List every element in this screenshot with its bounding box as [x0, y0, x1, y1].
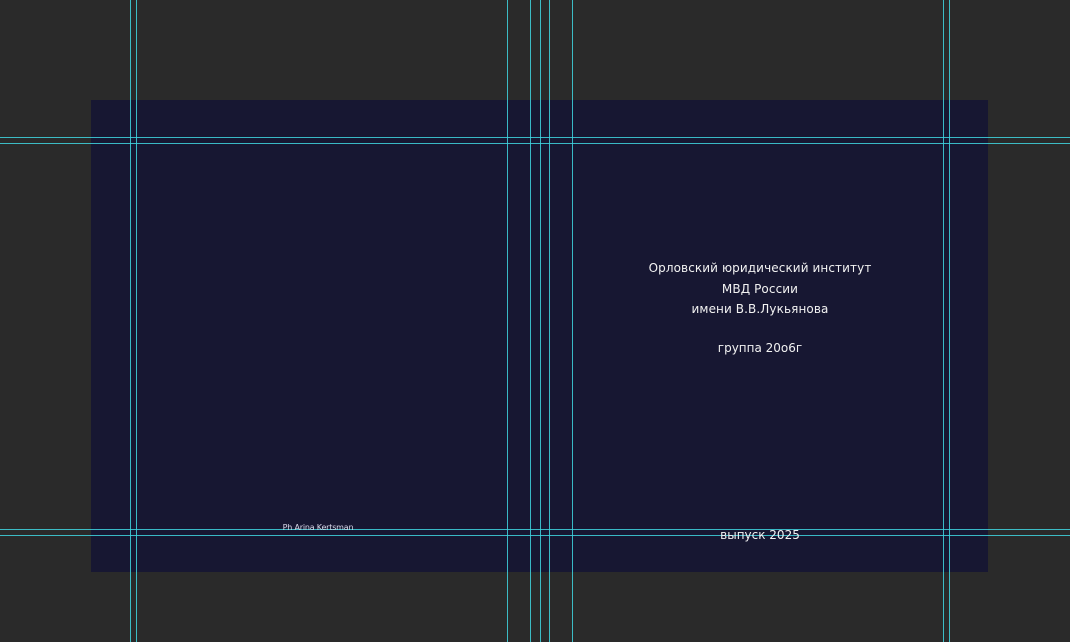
- guide-horizontal[interactable]: [0, 529, 1070, 530]
- guide-horizontal[interactable]: [0, 535, 1070, 536]
- guide-vertical[interactable]: [507, 0, 508, 642]
- guide-vertical[interactable]: [136, 0, 137, 642]
- photo-credit-label[interactable]: Ph Arina Kertsman: [238, 523, 398, 532]
- institute-line-3: имени В.В.Лукьянова: [691, 302, 829, 316]
- group-label[interactable]: группа 20о6г: [620, 341, 900, 355]
- institute-line-2: МВД России: [721, 281, 799, 296]
- guide-horizontal[interactable]: [0, 137, 1070, 138]
- institute-line-1: Орловский юридический институт: [648, 261, 872, 275]
- guide-vertical[interactable]: [949, 0, 950, 642]
- guide-horizontal[interactable]: [0, 143, 1070, 144]
- guide-vertical[interactable]: [549, 0, 550, 642]
- institute-title[interactable]: Орловский юридический институт МВД Росси…: [620, 258, 900, 320]
- guide-vertical[interactable]: [572, 0, 573, 642]
- graduation-year-label[interactable]: выпуск 2025: [620, 528, 900, 542]
- guide-vertical[interactable]: [540, 0, 541, 642]
- canvas-workspace[interactable]: Орловский юридический институт МВД Росси…: [0, 0, 1070, 642]
- guide-vertical[interactable]: [530, 0, 531, 642]
- guide-vertical[interactable]: [943, 0, 944, 642]
- guide-vertical[interactable]: [130, 0, 131, 642]
